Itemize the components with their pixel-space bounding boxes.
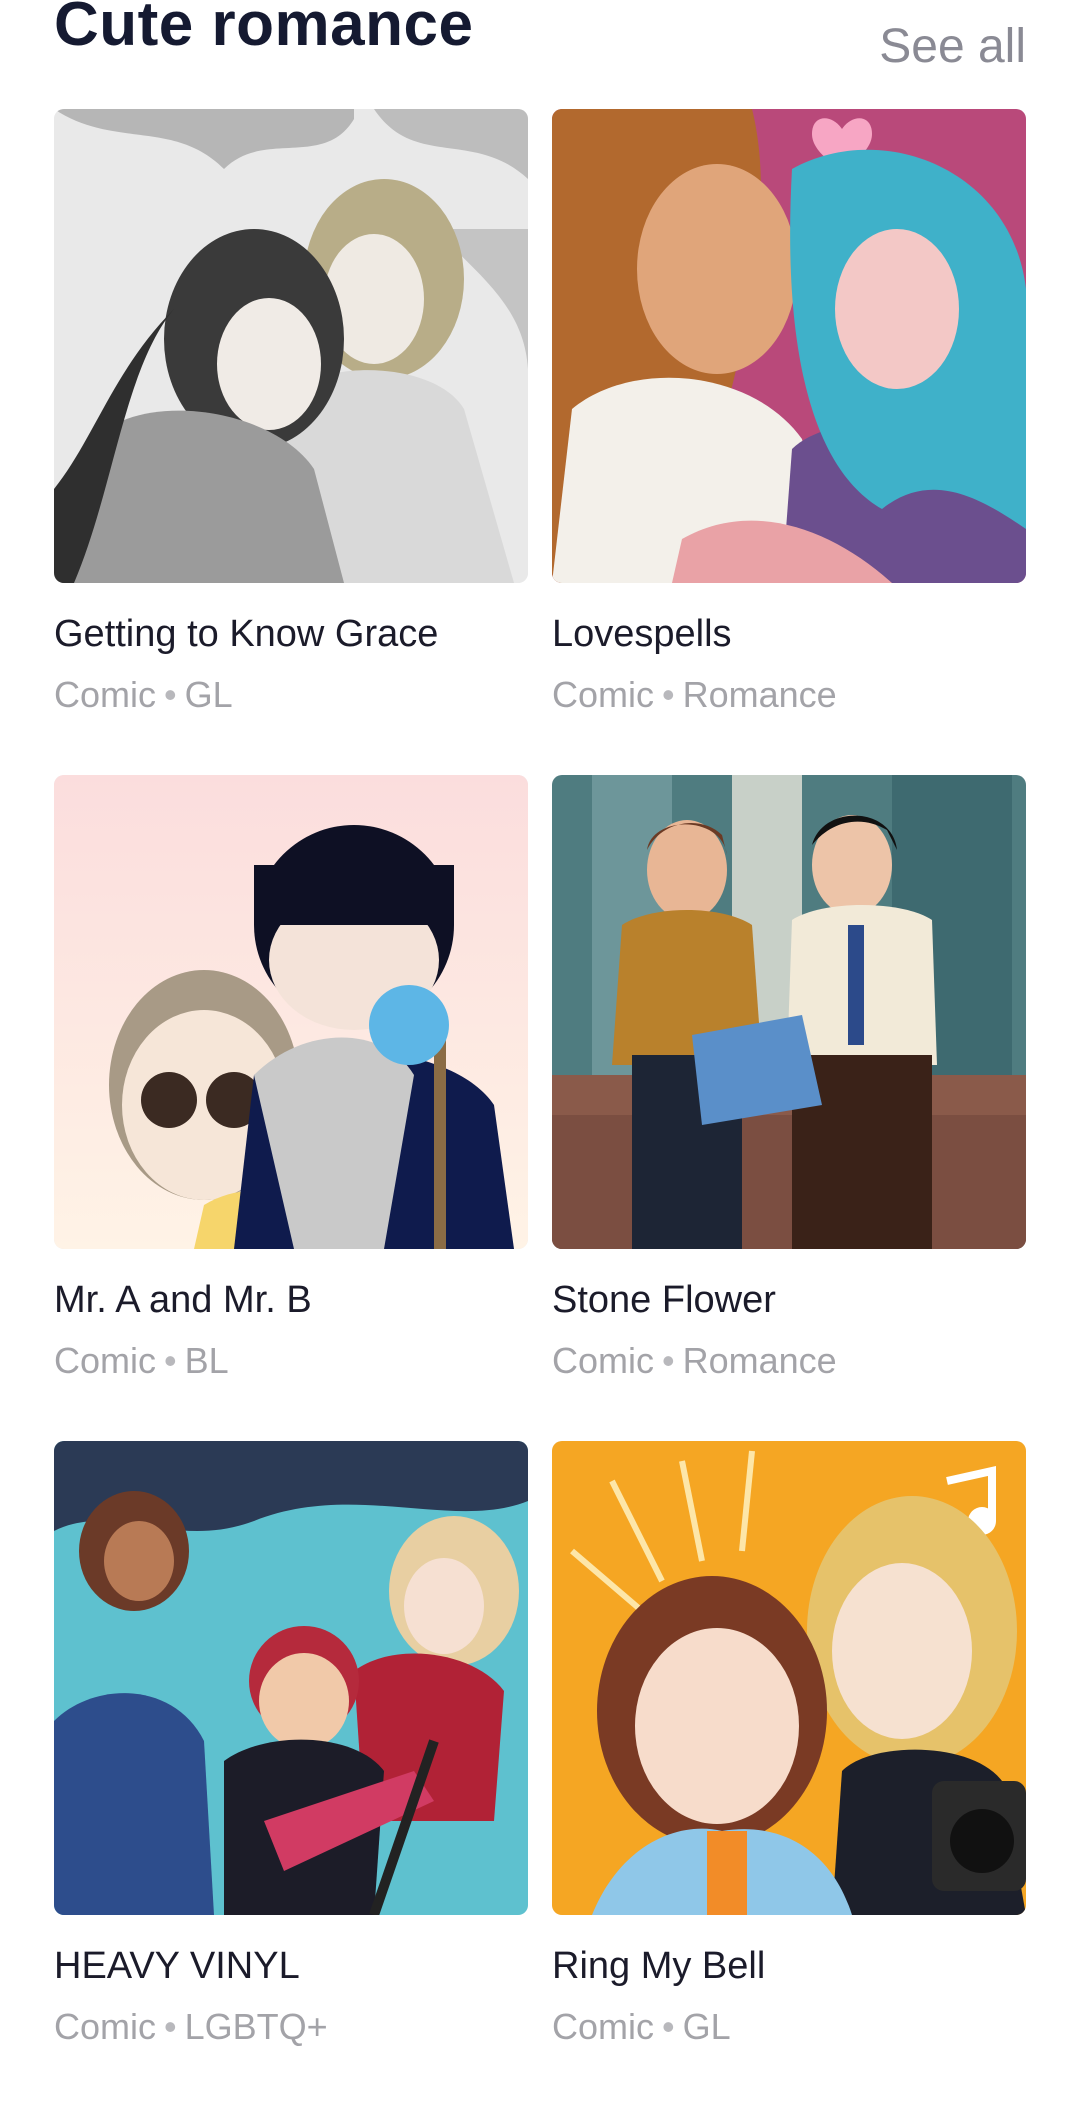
card-type: Comic [552,1340,655,1381]
separator-dot: • [662,1340,675,1381]
separator-dot: • [662,674,675,715]
section-header: Cute romance See all [54,0,1026,73]
card-genre: Romance [682,1340,837,1381]
separator-dot: • [164,2006,177,2047]
separator-dot: • [164,674,177,715]
card-title[interactable]: Mr. A and Mr. B [54,1277,528,1323]
cover-image[interactable] [54,775,528,1249]
comic-card-getting-to-know-grace[interactable]: Getting to Know Grace Comic • GL [54,109,528,775]
card-title[interactable]: Getting to Know Grace [54,611,528,657]
card-genre: LGBTQ+ [184,2006,328,2047]
card-meta: Comic • Romance [552,1339,1026,1383]
separator-dot: • [164,1340,177,1381]
card-title[interactable]: Stone Flower [552,1277,1026,1323]
cover-image[interactable] [54,1441,528,1915]
comic-card-ring-my-bell[interactable]: Ring My Bell Comic • GL [552,1441,1026,2107]
card-type: Comic [54,1340,157,1381]
card-type: Comic [552,2006,655,2047]
card-meta: Comic • BL [54,1339,528,1383]
card-meta: Comic • Romance [552,673,1026,717]
card-title[interactable]: Lovespells [552,611,1026,657]
cover-image[interactable] [552,775,1026,1249]
card-meta: Comic • GL [54,673,528,717]
card-meta: Comic • LGBTQ+ [54,2005,528,2049]
cover-image[interactable] [54,109,528,583]
comic-card-heavy-vinyl[interactable]: HEAVY VINYL Comic • LGBTQ+ [54,1441,528,2107]
cover-image[interactable] [552,109,1026,583]
card-genre: GL [682,2006,731,2047]
comic-grid: Getting to Know Grace Comic • GL Lovespell… [54,109,1026,2107]
card-type: Comic [552,674,655,715]
see-all-link[interactable]: See all [879,2,1026,92]
comic-card-mr-a-and-mr-b[interactable]: Mr. A and Mr. B Comic • BL [54,775,528,1441]
card-title[interactable]: HEAVY VINYL [54,1943,528,1989]
card-genre: GL [184,674,233,715]
card-meta: Comic • GL [552,2005,1026,2049]
card-type: Comic [54,674,157,715]
card-genre: Romance [682,674,837,715]
card-type: Comic [54,2006,157,2047]
comic-card-lovespells[interactable]: Lovespells Comic • Romance [552,109,1026,775]
section-title: Cute romance [54,0,474,59]
card-genre: BL [184,1340,229,1381]
comic-card-stone-flower[interactable]: Stone Flower Comic • Romance [552,775,1026,1441]
cover-image[interactable] [552,1441,1026,1915]
card-title[interactable]: Ring My Bell [552,1943,1026,1989]
separator-dot: • [662,2006,675,2047]
